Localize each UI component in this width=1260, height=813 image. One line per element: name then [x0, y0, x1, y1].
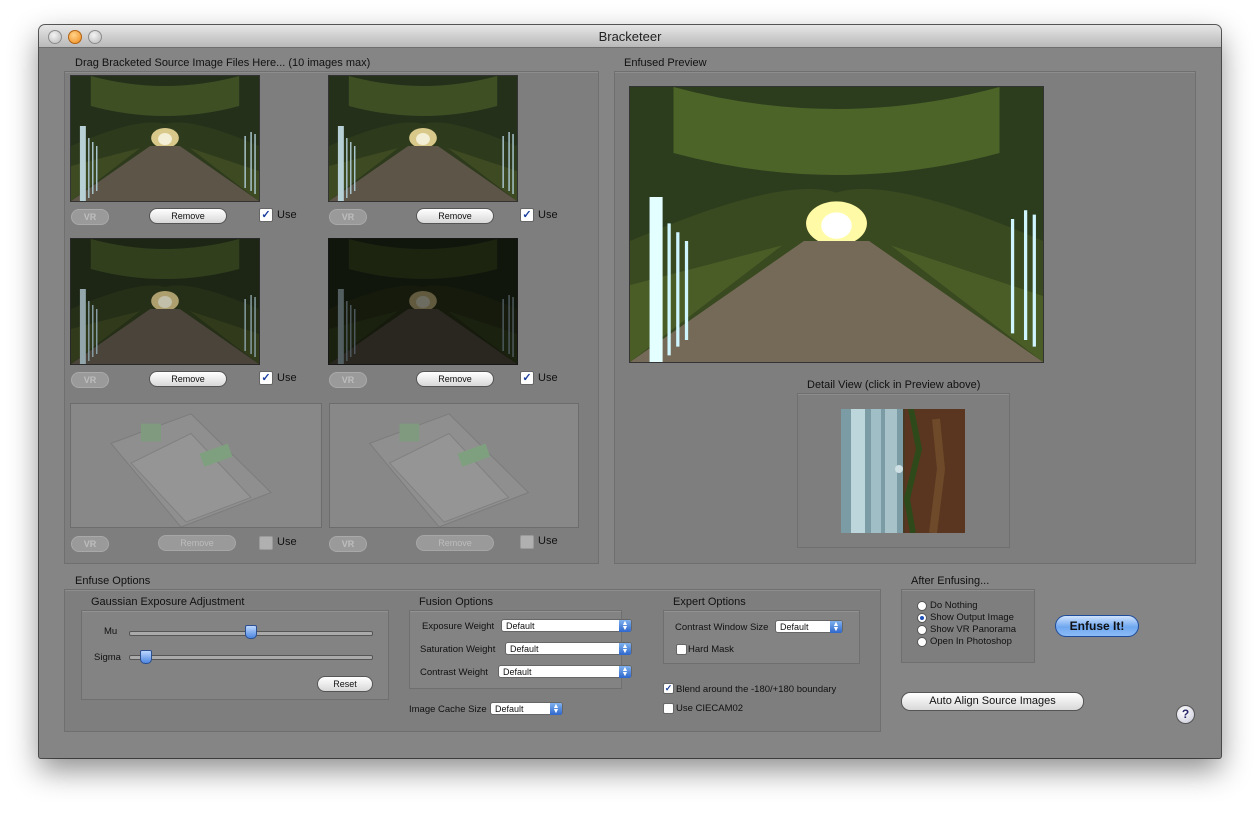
radio-open-in-photoshop[interactable]	[917, 637, 927, 647]
select-arrows-icon: ▲ ▼	[619, 620, 631, 632]
use-label: Use	[277, 209, 297, 221]
use-checkbox[interactable]	[259, 536, 273, 550]
vr-button[interactable]: VR	[329, 372, 367, 388]
use-label: Use	[277, 372, 297, 384]
use-checkbox[interactable]: ✓	[520, 208, 534, 222]
blend-boundary-label: Blend around the -180/+180 boundary	[676, 684, 837, 695]
enfuse-options-heading: Enfuse Options	[75, 575, 151, 587]
remove-button[interactable]: Remove	[416, 535, 494, 551]
select-arrows-icon: ▲ ▼	[550, 703, 562, 715]
empty-image-drop-well[interactable]	[329, 403, 579, 528]
vr-button[interactable]: VR	[329, 209, 367, 225]
fusion-heading: Fusion Options	[419, 596, 493, 608]
radio-show-vr-panorama[interactable]	[917, 625, 927, 635]
use-checkbox[interactable]: ✓	[259, 371, 273, 385]
radio-show-output-image-label: Show Output Image	[930, 612, 1014, 623]
remove-button[interactable]: Remove	[416, 371, 494, 387]
app-window: Bracketeer Drag Bracketed Source Image F…	[39, 25, 1221, 758]
gaussian-heading: Gaussian Exposure Adjustment	[91, 596, 245, 608]
mu-slider-knob[interactable]	[245, 625, 257, 639]
use-label: Use	[538, 372, 558, 384]
use-label: Use	[538, 209, 558, 221]
radio-do-nothing[interactable]	[917, 601, 927, 611]
select-arrows-icon: ▲ ▼	[830, 621, 842, 633]
help-icon[interactable]: ?	[1176, 705, 1195, 724]
detail-view-label: Detail View (click in Preview above)	[807, 379, 981, 391]
window-title: Bracketeer	[598, 29, 662, 44]
mu-label: Mu	[104, 626, 118, 637]
use-checkbox[interactable]: ✓	[520, 371, 534, 385]
contrast-window-size-label: Contrast Window Size	[675, 622, 769, 633]
detail-view-image	[841, 409, 965, 533]
expert-panel	[663, 610, 860, 664]
source-image-thumbnail[interactable]	[70, 238, 260, 365]
exposure-weight-label: Exposure Weight	[422, 621, 495, 632]
enfuse-it-button[interactable]: Enfuse It!	[1055, 615, 1139, 637]
sigma-slider-track[interactable]	[129, 655, 373, 660]
source-image-thumbnail[interactable]	[328, 75, 518, 202]
exposure-weight-select[interactable]: Default ▲ ▼	[501, 619, 632, 632]
contrast-window-size-select[interactable]: Default ▲ ▼	[775, 620, 843, 633]
use-label: Use	[277, 536, 297, 548]
vr-button[interactable]: VR	[71, 536, 109, 552]
empty-image-drop-well[interactable]	[70, 403, 322, 528]
saturation-weight-select[interactable]: Default ▲ ▼	[505, 642, 632, 655]
radio-show-vr-panorama-label: Show VR Panorama	[930, 624, 1017, 635]
reset-button[interactable]: Reset	[317, 676, 373, 692]
source-image-thumbnail[interactable]	[70, 75, 260, 202]
sigma-label: Sigma	[94, 652, 121, 663]
radio-show-output-image[interactable]	[917, 613, 927, 623]
remove-button[interactable]: Remove	[416, 208, 494, 224]
remove-button[interactable]: Remove	[149, 371, 227, 387]
blend-boundary-checkbox[interactable]: ✓	[663, 683, 674, 694]
ciecam02-checkbox[interactable]	[663, 703, 674, 714]
use-label: Use	[538, 535, 558, 547]
radio-do-nothing-label: Do Nothing	[930, 600, 978, 611]
vr-button[interactable]: VR	[71, 209, 109, 225]
vr-button[interactable]: VR	[71, 372, 109, 388]
after-enfusing-heading: After Enfusing...	[911, 575, 990, 587]
image-cache-size-select[interactable]: Default ▲ ▼	[490, 702, 563, 715]
sigma-slider-knob[interactable]	[140, 650, 153, 664]
preview-heading: Enfused Preview	[624, 57, 707, 69]
radio-open-in-photoshop-label: Open In Photoshop	[930, 636, 1012, 647]
vr-button[interactable]: VR	[329, 536, 367, 552]
hard-mask-label: Hard Mask	[688, 644, 734, 655]
saturation-weight-label: Saturation Weight	[420, 644, 496, 655]
contrast-weight-label: Contrast Weight	[420, 667, 488, 678]
hard-mask-checkbox[interactable]	[676, 644, 687, 655]
expert-heading: Expert Options	[673, 596, 746, 608]
remove-button[interactable]: Remove	[158, 535, 236, 551]
select-arrows-icon: ▲ ▼	[619, 643, 631, 655]
source-images-heading: Drag Bracketed Source Image Files Here..…	[75, 57, 371, 69]
select-arrows-icon: ▲ ▼	[619, 666, 631, 678]
image-cache-size-label: Image Cache Size	[409, 704, 487, 715]
enfused-preview-image[interactable]	[629, 86, 1044, 363]
use-checkbox[interactable]: ✓	[259, 208, 273, 222]
ciecam02-label: Use CIECAM02	[676, 703, 744, 714]
use-checkbox[interactable]	[520, 535, 534, 549]
auto-align-button[interactable]: Auto Align Source Images	[901, 692, 1084, 711]
remove-button[interactable]: Remove	[149, 208, 227, 224]
source-image-thumbnail[interactable]	[328, 238, 518, 365]
contrast-weight-select[interactable]: Default ▲ ▼	[498, 665, 632, 678]
